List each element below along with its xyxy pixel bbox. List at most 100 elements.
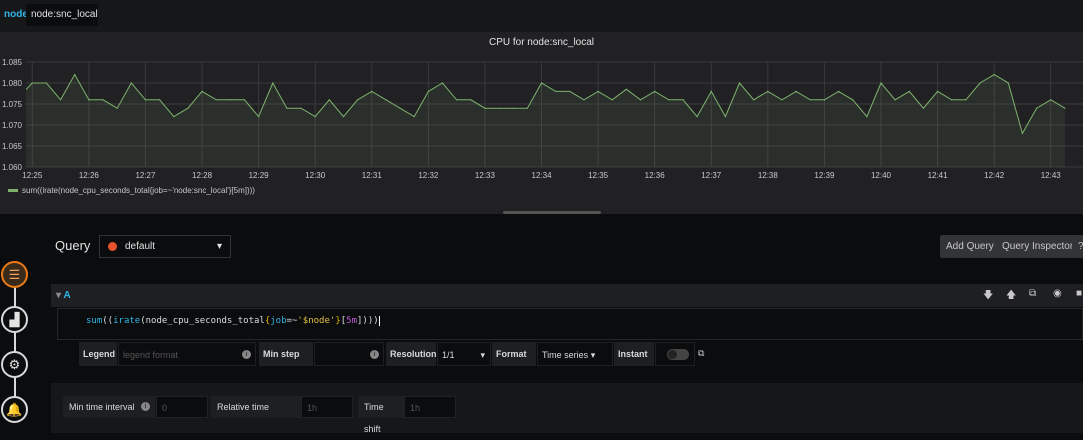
- x-tick-label: 12:40: [871, 171, 892, 180]
- data-point: [1064, 107, 1066, 109]
- legend-label: sum((irate(node_cpu_seconds_total{job=~'…: [22, 186, 255, 195]
- min-time-interval-input[interactable]: 0: [156, 396, 208, 418]
- panel-resize-handle[interactable]: [503, 211, 601, 214]
- data-point: [371, 90, 373, 92]
- data-point: [993, 74, 995, 76]
- data-point: [908, 90, 910, 92]
- data-point: [484, 107, 486, 109]
- data-point: [258, 116, 260, 118]
- prometheus-icon: [108, 242, 117, 251]
- data-point: [555, 90, 557, 92]
- relative-time-input[interactable]: 1h: [301, 396, 353, 418]
- datasource-value: default: [125, 241, 156, 252]
- data-point: [286, 107, 288, 109]
- legend-format-input[interactable]: legend format i: [118, 342, 256, 366]
- data-point: [243, 99, 246, 101]
- data-point: [413, 116, 415, 118]
- query-editor[interactable]: sum((irate(node_cpu_seconds_total{job=~'…: [57, 308, 1083, 340]
- query-inspector-button[interactable]: Query Inspector: [996, 235, 1080, 258]
- data-point: [597, 90, 599, 92]
- instant-toggle[interactable]: [667, 349, 689, 360]
- data-point: [852, 99, 854, 101]
- data-point: [130, 82, 132, 84]
- data-point: [512, 107, 514, 109]
- info-icon[interactable]: i: [242, 350, 251, 359]
- data-point: [1050, 99, 1052, 101]
- data-point: [45, 82, 48, 84]
- data-point: [441, 82, 444, 84]
- data-point: [979, 82, 981, 84]
- query-row-title[interactable]: ▾ A: [56, 290, 71, 301]
- data-point: [625, 88, 627, 90]
- data-point: [18, 97, 19, 98]
- datasource-select[interactable]: default ▾: [99, 235, 231, 258]
- caret-down-icon: ▾: [216, 241, 222, 252]
- eye-icon[interactable]: ◉: [1053, 288, 1062, 299]
- visualization-icon[interactable]: ▟: [1, 306, 28, 333]
- data-point: [837, 90, 840, 92]
- bell-icon[interactable]: 🔔: [1, 396, 28, 423]
- data-point: [328, 99, 330, 101]
- min-step-input[interactable]: i: [314, 342, 384, 366]
- caret-down-icon: ▾: [590, 350, 596, 360]
- data-point: [753, 99, 755, 101]
- x-tick-label: 12:33: [475, 171, 496, 180]
- data-point: [470, 99, 472, 101]
- add-query-button[interactable]: Add Query: [940, 235, 1000, 258]
- duplicate-icon[interactable]: ⧉: [1029, 288, 1036, 299]
- data-point: [173, 116, 175, 118]
- chart: 1.060 1.065 1.070 1.075 1.080 1.085 12:25 12:26…: [2, 58, 1083, 180]
- info-icon[interactable]: i: [141, 402, 150, 411]
- data-point: [31, 82, 33, 84]
- query-row-header[interactable]: [51, 284, 1083, 307]
- format-label: Format: [492, 342, 536, 366]
- data-point: [569, 90, 571, 92]
- help-button[interactable]: ?: [1072, 235, 1083, 258]
- legend-item[interactable]: sum((irate(node_cpu_seconds_total{job=~'…: [8, 186, 255, 195]
- data-point: [187, 107, 189, 109]
- data-point: [696, 116, 698, 118]
- x-tick-label: 12:37: [701, 171, 722, 180]
- time-shift-input[interactable]: 1h: [404, 396, 456, 418]
- x-tick-label: 12:36: [645, 171, 666, 180]
- data-point: [951, 99, 953, 101]
- data-point: [795, 90, 797, 92]
- data-point: [526, 107, 528, 109]
- data-point: [342, 116, 345, 118]
- legend-label: Legend: [79, 342, 117, 366]
- move-down-icon[interactable]: 🡇: [983, 288, 993, 305]
- data-point: [710, 90, 712, 92]
- x-tick-label: 12:34: [532, 171, 553, 180]
- data-point: [767, 90, 769, 92]
- move-up-icon[interactable]: 🡅: [1006, 288, 1016, 305]
- data-point: [215, 99, 217, 101]
- data-point: [540, 82, 543, 84]
- x-tick-label: 12:30: [305, 171, 326, 180]
- resolution-label: Resolution: [386, 342, 437, 366]
- data-point: [385, 99, 387, 101]
- data-point: [159, 99, 161, 101]
- data-point: [654, 90, 656, 92]
- data-point: [498, 107, 500, 109]
- resolution-select[interactable]: 1/1 ▾: [437, 342, 491, 366]
- info-icon[interactable]: i: [370, 350, 379, 359]
- database-icon[interactable]: ☰: [1, 261, 28, 288]
- x-tick-label: 12:26: [79, 171, 100, 180]
- trash-icon[interactable]: ■: [1076, 288, 1082, 299]
- x-tick-label: 12:32: [418, 171, 439, 180]
- data-point: [144, 99, 147, 101]
- x-tick-label: 12:28: [192, 171, 213, 180]
- data-point: [724, 116, 727, 118]
- data-point: [738, 82, 741, 84]
- y-tick-label: 1.065: [2, 142, 23, 151]
- data-point: [427, 90, 429, 92]
- data-point: [1035, 107, 1038, 109]
- x-tick-label: 12:39: [814, 171, 835, 180]
- y-tick-label: 1.080: [2, 79, 23, 88]
- data-point: [1021, 132, 1024, 134]
- external-link-icon[interactable]: ⧉: [698, 348, 704, 359]
- format-select[interactable]: Time series ▾: [537, 342, 613, 366]
- gear-icon[interactable]: ⚙: [1, 351, 28, 378]
- data-point: [880, 82, 882, 84]
- data-point: [781, 99, 783, 101]
